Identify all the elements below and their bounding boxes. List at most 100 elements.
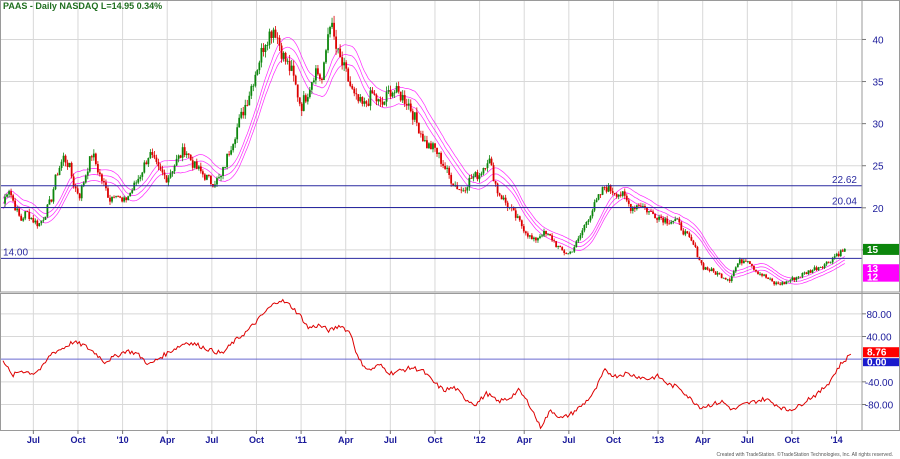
- price-candle-body: [779, 283, 782, 285]
- price-candle-body: [710, 268, 713, 272]
- price-candle-body: [244, 104, 247, 116]
- price-candle-body: [379, 99, 382, 102]
- price-candle-body: [308, 89, 311, 98]
- price-candle-body: [833, 256, 836, 258]
- x-tick-label: Oct: [606, 435, 621, 445]
- price-candle-body: [177, 155, 180, 159]
- price-candle-body: [545, 231, 547, 235]
- price-candle-body: [775, 282, 778, 285]
- price-candle-body: [321, 78, 323, 80]
- price-candle-body: [549, 233, 551, 236]
- price-candle-body: [82, 182, 85, 186]
- price-candle-body: [829, 262, 832, 264]
- price-candle-body: [553, 240, 556, 242]
- price-candle-body: [520, 220, 523, 227]
- price-candle-body: [210, 175, 212, 184]
- price-candle-body: [12, 195, 14, 201]
- price-candle-body: [805, 272, 808, 275]
- price-candle-body: [252, 85, 255, 87]
- price-candle-body: [809, 270, 812, 273]
- price-candle-body: [232, 144, 235, 151]
- price-candle-body: [145, 162, 148, 165]
- price-candle-body: [208, 174, 210, 176]
- x-tick-label: Oct: [427, 435, 442, 445]
- price-candle-body: [327, 34, 329, 51]
- x-tick-label: Apr: [338, 435, 354, 445]
- price-candle-body: [92, 153, 95, 158]
- price-candle-body: [34, 220, 37, 223]
- price-candle-body: [785, 281, 788, 285]
- price-candle-body: [763, 274, 765, 276]
- price-candle-body: [486, 163, 489, 169]
- price-candle-body: [432, 143, 434, 150]
- price-candle-body: [419, 133, 422, 135]
- price-candle-body: [490, 158, 493, 166]
- price-candle-body: [183, 147, 186, 156]
- price-candle-body: [80, 185, 83, 199]
- price-candle-body: [839, 250, 842, 257]
- price-candle-body: [524, 231, 527, 234]
- price-candle-body: [359, 97, 362, 102]
- price-candle-body: [84, 175, 87, 183]
- price-candle-body: [642, 205, 644, 207]
- price-candle-body: [514, 210, 517, 218]
- price-candle-body: [795, 277, 798, 281]
- price-candle-body: [171, 171, 174, 174]
- price-candle-body: [817, 267, 820, 271]
- price-candle-body: [78, 193, 81, 199]
- price-candle-body: [44, 216, 47, 220]
- y-tick-label: 40: [872, 35, 884, 46]
- price-candle-body: [791, 277, 794, 281]
- price-candle-body: [500, 195, 503, 200]
- value-badge-label: 15: [867, 245, 879, 256]
- price-candle-body: [236, 127, 239, 140]
- x-tick-label: '11: [295, 435, 307, 445]
- price-candle-body: [565, 252, 568, 254]
- price-candle-body: [732, 271, 735, 277]
- price-candle-body: [799, 276, 802, 278]
- price-candle-body: [650, 211, 652, 212]
- price-candle-body: [123, 197, 126, 202]
- price-candle-body: [335, 36, 337, 49]
- price-candle-body: [765, 274, 767, 278]
- price-candle-body: [767, 277, 769, 279]
- price-candle-body: [272, 29, 275, 38]
- price-candle-body: [331, 22, 333, 27]
- price-candle-body: [167, 177, 170, 183]
- price-candle-body: [115, 196, 117, 198]
- price-candle-body: [728, 279, 731, 282]
- price-candle-body: [670, 221, 673, 224]
- price-candle-body: [111, 196, 113, 202]
- price-candle-body: [385, 91, 388, 102]
- price-candle-body: [405, 103, 408, 106]
- price-candle-body: [502, 197, 505, 200]
- y-tick-label: 40.00: [866, 333, 891, 344]
- price-candle-body: [56, 174, 59, 176]
- price-candle-body: [637, 205, 640, 207]
- price-candle-body: [288, 60, 291, 71]
- price-candle-body: [522, 226, 525, 232]
- price-candle-body: [103, 181, 105, 183]
- price-candle-body: [319, 74, 321, 79]
- price-candle-body: [395, 86, 398, 93]
- price-candle-body: [347, 68, 350, 82]
- price-candle-body: [353, 88, 356, 94]
- price-candle-body: [159, 166, 162, 170]
- price-candle-body: [424, 140, 426, 142]
- price-candle-body: [101, 174, 103, 182]
- price-candle-body: [131, 190, 134, 193]
- price-candle-body: [674, 219, 677, 221]
- price-candle-body: [137, 178, 140, 183]
- price-candle-body: [827, 261, 830, 263]
- price-candle-body: [460, 189, 463, 191]
- price-candle-body: [411, 111, 414, 120]
- price-candle-body: [284, 52, 287, 62]
- price-candle-body: [189, 154, 192, 161]
- price-candle-body: [436, 147, 438, 154]
- price-candle-body: [10, 191, 12, 196]
- price-candle-body: [726, 279, 729, 281]
- y-tick-label: -40.00: [865, 378, 894, 389]
- price-candle-body: [587, 220, 590, 222]
- price-candle-body: [458, 189, 461, 190]
- price-candle-body: [205, 174, 208, 180]
